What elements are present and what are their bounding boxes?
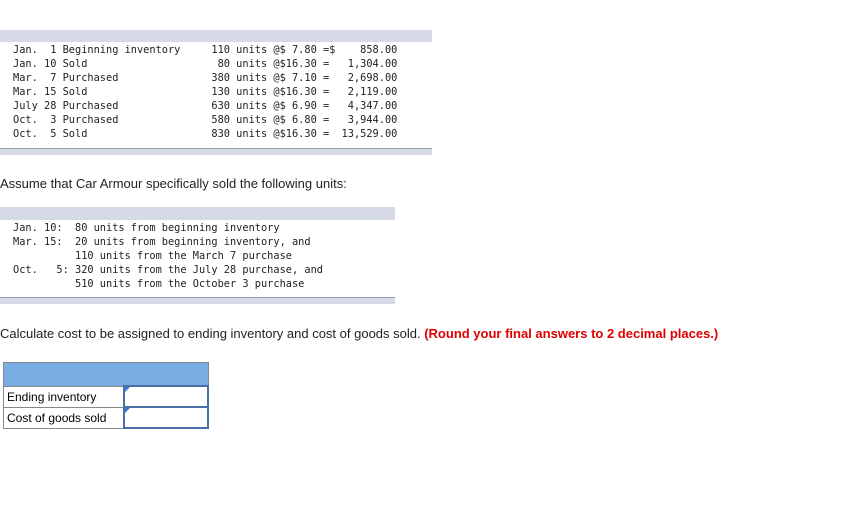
rounding-note: (Round your final answers to 2 decimal p… (424, 326, 719, 341)
table-header-bar (0, 207, 395, 220)
ending-inventory-input[interactable] (123, 385, 209, 408)
cost-of-goods-sold-input[interactable] (123, 406, 209, 429)
specific-units-table: Jan. 10: 80 units from beginning invento… (0, 207, 395, 304)
table-row: Mar. 7 Purchased 380 units @$ 7.10 = 2,6… (13, 72, 398, 84)
instruction: Calculate cost to be assigned to ending … (0, 326, 718, 341)
list-item: 510 units from the October 3 purchase (13, 278, 305, 290)
table-row: Mar. 15 Sold 130 units @$16.30 = 2,119.0… (13, 86, 398, 98)
table-row: Cost of goods sold (3, 406, 209, 429)
table-row: Ending inventory (3, 385, 209, 408)
list-item: 110 units from the March 7 purchase (13, 250, 292, 262)
table-row: July 28 Purchased 630 units @$ 6.90 = 4,… (13, 100, 398, 112)
row-label: Ending inventory (3, 385, 125, 408)
list-item: Jan. 10: 80 units from beginning invento… (13, 222, 280, 234)
table-header-bar (0, 30, 432, 42)
instruction-text: Calculate cost to be assigned to ending … (0, 326, 425, 341)
table-footer-bar (0, 297, 395, 304)
answer-table-header (3, 362, 209, 387)
transactions-table: Jan. 1 Beginning inventory 110 units @$ … (0, 30, 432, 155)
list-item: Oct. 5: 320 units from the July 28 purch… (13, 264, 323, 276)
table-row: Oct. 5 Sold 830 units @$16.30 = 13,529.0… (13, 128, 398, 140)
table-footer-bar (0, 148, 432, 155)
row-label: Cost of goods sold (3, 406, 125, 429)
assume-text: Assume that Car Armour specifically sold… (0, 176, 347, 191)
answer-table: Ending inventory Cost of goods sold (3, 362, 209, 429)
table-row: Jan. 10 Sold 80 units @$16.30 = 1,304.00 (13, 58, 398, 70)
table-row: Oct. 3 Purchased 580 units @$ 6.80 = 3,9… (13, 114, 398, 126)
table-row: Jan. 1 Beginning inventory 110 units @$ … (13, 44, 398, 56)
list-item: Mar. 15: 20 units from beginning invento… (13, 236, 311, 248)
